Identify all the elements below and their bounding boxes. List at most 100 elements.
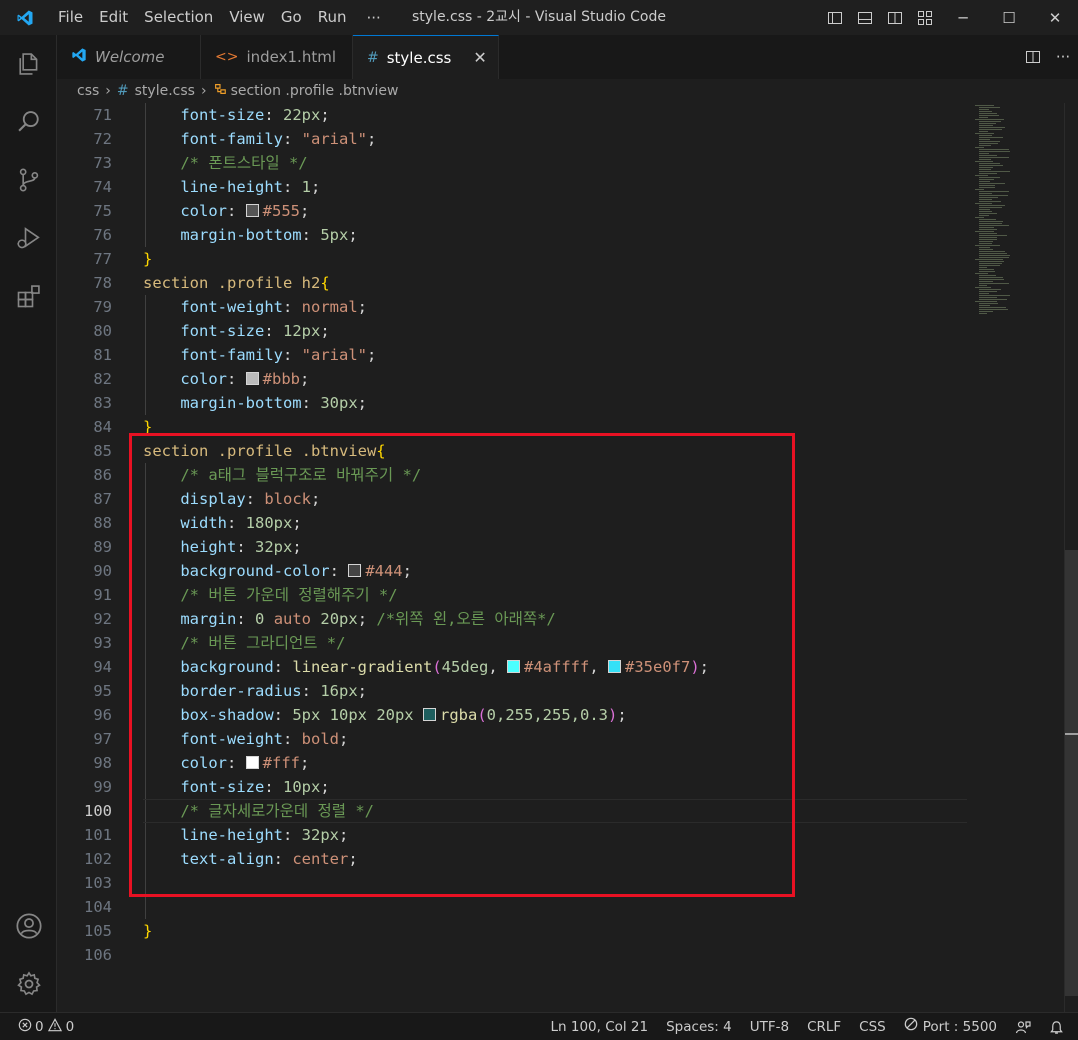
scrollbar-thumb[interactable] xyxy=(1065,550,1078,996)
encoding[interactable]: UTF-8 xyxy=(741,1013,798,1040)
minimap-line xyxy=(975,287,991,288)
minimap-line xyxy=(979,153,989,154)
code-line: 88 width: 180px; xyxy=(93,514,302,532)
vscode-logo-icon[interactable] xyxy=(0,0,50,35)
split-editor-icon[interactable] xyxy=(1018,35,1048,79)
tab-label: style.css xyxy=(386,48,452,67)
minimap-line xyxy=(979,163,1000,164)
menu-run[interactable]: Run xyxy=(310,0,355,35)
minimap-line xyxy=(979,159,991,160)
cursor-position[interactable]: Ln 100, Col 21 xyxy=(541,1013,657,1040)
color-swatch[interactable] xyxy=(245,204,259,217)
accounts-icon[interactable] xyxy=(0,901,57,951)
minimap-line xyxy=(979,219,996,220)
minimize-button[interactable]: ─ xyxy=(940,0,986,35)
minimap-line xyxy=(975,273,988,274)
minimap-line xyxy=(979,145,991,146)
run-debug-icon[interactable] xyxy=(0,213,57,263)
color-swatch[interactable] xyxy=(245,756,259,769)
minimap-line xyxy=(979,201,1001,202)
menu-more-button[interactable]: ··· xyxy=(355,9,393,27)
hash-icon: # xyxy=(367,49,379,66)
code-line: 97 font-weight: bold; xyxy=(93,730,349,748)
minimap-line xyxy=(975,189,984,190)
more-actions-button[interactable]: ··· xyxy=(1048,35,1078,79)
code-line: 91 /* 버튼 가운데 정렬해주기 */ xyxy=(93,586,398,604)
close-window-button[interactable]: ✕ xyxy=(1032,0,1078,35)
live-server-port[interactable]: Port : 5500 xyxy=(895,1013,1006,1040)
minimap-line xyxy=(975,231,994,232)
problems-indicator[interactable]: 0 0 xyxy=(0,1017,74,1036)
toggle-panel-icon[interactable] xyxy=(850,0,880,35)
menu-go[interactable]: Go xyxy=(273,0,310,35)
minimap-line xyxy=(975,105,994,106)
menu-selection[interactable]: Selection xyxy=(136,0,221,35)
breadcrumb-folder[interactable]: css xyxy=(77,83,99,99)
minimap-line xyxy=(979,183,1005,184)
scrollbar-cursor-marker xyxy=(1065,733,1078,735)
settings-gear-icon[interactable] xyxy=(0,959,57,1009)
editor-tabs: Welcome <> index1.html # style.css ✕ ··· xyxy=(57,35,1078,79)
minimap-line xyxy=(979,239,997,240)
minimap[interactable] xyxy=(967,103,1067,1012)
minimap-line xyxy=(979,173,997,174)
vertical-scrollbar[interactable] xyxy=(1064,103,1078,1012)
minimap-line xyxy=(979,113,997,114)
toggle-secondary-sidebar-icon[interactable] xyxy=(880,0,910,35)
minimap-line xyxy=(979,131,988,132)
minimap-line xyxy=(979,179,994,180)
minimap-line xyxy=(979,261,1004,262)
source-control-icon[interactable] xyxy=(0,155,57,205)
error-count: 0 xyxy=(35,1018,44,1035)
breadcrumb: css › # style.css › section .profile .bt… xyxy=(57,79,1078,103)
tab-welcome[interactable]: Welcome xyxy=(57,35,201,79)
extensions-icon[interactable] xyxy=(0,271,57,321)
search-icon[interactable] xyxy=(0,97,57,147)
menu-edit[interactable]: Edit xyxy=(91,0,136,35)
warning-icon xyxy=(47,1017,62,1036)
code-line: 105} xyxy=(84,922,153,940)
error-icon xyxy=(18,1018,32,1036)
menu-view[interactable]: View xyxy=(221,0,273,35)
close-tab-icon[interactable]: ✕ xyxy=(473,48,486,67)
notifications-bell-icon[interactable] xyxy=(1040,1020,1078,1035)
breadcrumb-file[interactable]: style.css xyxy=(135,83,195,99)
activity-bar xyxy=(0,35,57,1012)
minimap-line xyxy=(975,203,992,204)
explorer-icon[interactable] xyxy=(0,39,57,89)
maximize-button[interactable]: ☐ xyxy=(986,0,1032,35)
color-swatch[interactable] xyxy=(423,708,436,721)
breadcrumb-symbol[interactable]: section .profile .btnview xyxy=(231,83,399,99)
minimap-line xyxy=(979,129,1002,130)
minimap-line xyxy=(979,127,1005,128)
minimap-line xyxy=(979,209,990,210)
customize-layout-icon[interactable] xyxy=(910,0,940,35)
feedback-icon[interactable] xyxy=(1006,1019,1040,1035)
minimap-line xyxy=(979,137,1003,138)
code-line: 102 text-align: center; xyxy=(84,850,358,868)
end-of-line[interactable]: CRLF xyxy=(798,1013,850,1040)
minimap-line xyxy=(979,235,1007,236)
minimap-line xyxy=(979,295,1010,296)
color-swatch[interactable] xyxy=(348,564,362,577)
language-mode[interactable]: CSS xyxy=(850,1013,895,1040)
tab-index1-html[interactable]: <> index1.html xyxy=(201,35,353,79)
toggle-sidebar-icon[interactable] xyxy=(820,0,850,35)
minimap-line xyxy=(979,167,993,168)
minimap-line xyxy=(979,191,1009,192)
minimap-line xyxy=(979,233,997,234)
minimap-line xyxy=(979,311,993,312)
tab-style-css[interactable]: # style.css ✕ xyxy=(353,35,499,79)
minimap-line xyxy=(979,107,1000,108)
color-swatch[interactable] xyxy=(507,660,520,673)
color-swatch[interactable] xyxy=(245,372,259,385)
code-editor[interactable]: 71 font-size: 22px; 72 font-family: "ari… xyxy=(57,103,1078,1012)
minimap-line xyxy=(979,275,996,276)
menu-file[interactable]: File xyxy=(50,0,91,35)
minimap-line xyxy=(979,255,1010,256)
indentation[interactable]: Spaces: 4 xyxy=(657,1013,741,1040)
minimap-line xyxy=(979,269,994,270)
minimap-line xyxy=(975,133,994,134)
minimap-line xyxy=(975,217,984,218)
color-swatch[interactable] xyxy=(608,660,621,673)
